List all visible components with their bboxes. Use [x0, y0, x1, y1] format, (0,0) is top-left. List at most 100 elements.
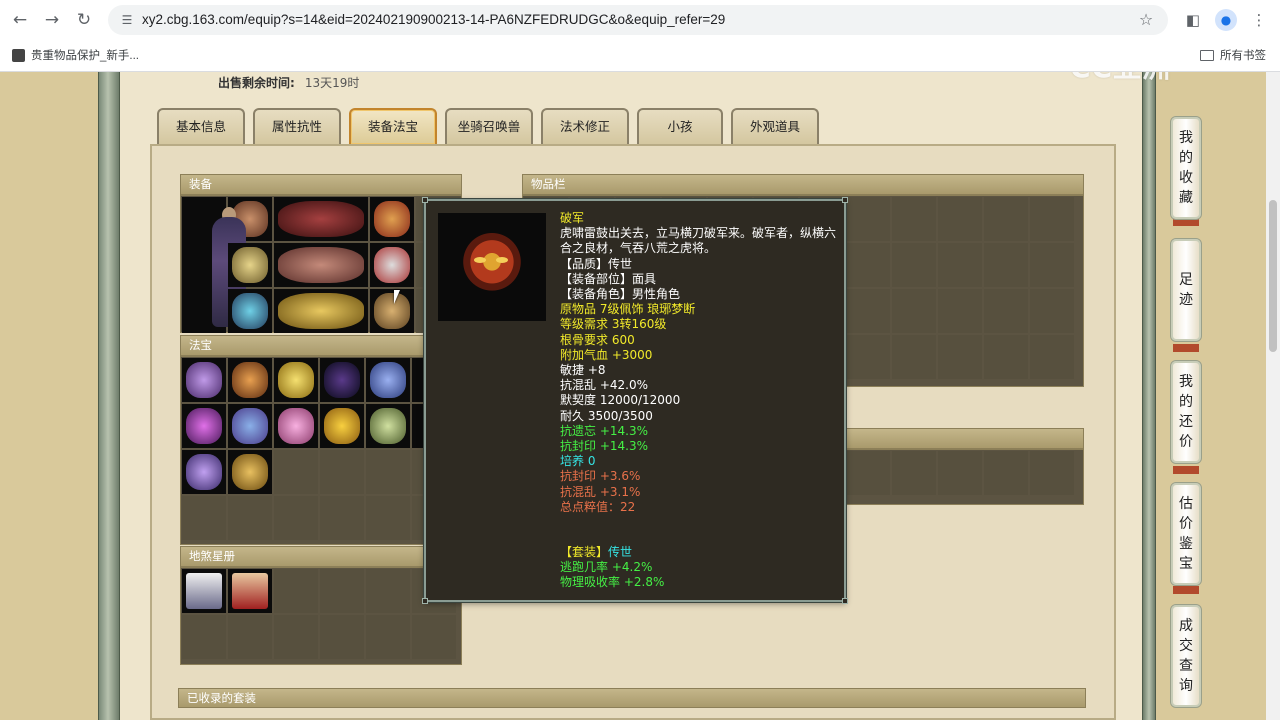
- url-text[interactable]: xy2.cbg.163.com/equip?s=14&eid=202402190…: [142, 5, 725, 35]
- equip-slot-mask[interactable]: [370, 197, 414, 241]
- ground-book-slot[interactable]: [412, 615, 456, 659]
- treasure-slot[interactable]: [366, 496, 410, 540]
- treasure-slot[interactable]: [182, 404, 226, 448]
- inventory-slot[interactable]: [1030, 335, 1074, 379]
- inventory-slot[interactable]: [984, 335, 1028, 379]
- inventory-slot[interactable]: [1030, 197, 1074, 241]
- ground-book-slot[interactable]: [182, 615, 226, 659]
- ground-book-slot[interactable]: [228, 615, 272, 659]
- profile-icon[interactable]: ●: [1215, 9, 1237, 31]
- tab-equipment[interactable]: 装备法宝: [349, 108, 437, 144]
- inventory-slot[interactable]: [892, 335, 936, 379]
- treasure-slot[interactable]: [366, 404, 410, 448]
- reload-icon[interactable]: ↻: [72, 8, 96, 32]
- ground-book-slot[interactable]: [366, 615, 410, 659]
- treasure-slot[interactable]: [320, 450, 364, 494]
- side-nav-transactions[interactable]: 成 交 查 询: [1170, 604, 1202, 708]
- treasure-slot[interactable]: [274, 404, 318, 448]
- treasure-slot[interactable]: [366, 358, 410, 402]
- tab-basic-info[interactable]: 基本信息: [157, 108, 245, 144]
- inventory-slot[interactable]: [938, 197, 982, 241]
- treasure-slot[interactable]: [182, 358, 226, 402]
- inventory-slot[interactable]: [1030, 289, 1074, 333]
- equip-slot[interactable]: [370, 243, 414, 287]
- tooltip-corner: [842, 598, 848, 604]
- ground-book-slot[interactable]: [274, 569, 318, 613]
- inventory-slot[interactable]: [938, 335, 982, 379]
- bookmark-label: 贵重物品保护_新手...: [31, 50, 139, 62]
- ground-book-slot[interactable]: [366, 569, 410, 613]
- side-nav-my-offers[interactable]: 我 的 还 价: [1170, 360, 1202, 464]
- treasure-slot[interactable]: [274, 496, 318, 540]
- inventory-slot[interactable]: [846, 197, 890, 241]
- treasure-slot[interactable]: [274, 450, 318, 494]
- inventory-slot[interactable]: [1030, 243, 1074, 287]
- inventory-slot[interactable]: [984, 289, 1028, 333]
- equip-slot[interactable]: [228, 243, 272, 287]
- inventory-slot[interactable]: [938, 289, 982, 333]
- page-scrollbar[interactable]: [1266, 72, 1280, 720]
- mask-icon: [460, 233, 524, 297]
- treasure-slot[interactable]: [274, 358, 318, 402]
- inventory-slot[interactable]: [984, 243, 1028, 287]
- equip-slot[interactable]: [370, 289, 414, 333]
- treasure-slot[interactable]: [228, 450, 272, 494]
- side-panel-icon[interactable]: ◧: [1182, 9, 1204, 31]
- tune-icon[interactable]: ☰: [118, 11, 136, 29]
- ground-book-slot[interactable]: [274, 615, 318, 659]
- address-bar[interactable]: ☰ xy2.cbg.163.com/equip?s=14&eid=2024021…: [108, 5, 1168, 35]
- ground-book-slot[interactable]: [228, 569, 272, 613]
- treasure-slot[interactable]: [228, 404, 272, 448]
- storage-slot[interactable]: [846, 451, 890, 495]
- storage-slot[interactable]: [1030, 451, 1074, 495]
- equip-slot[interactable]: [274, 243, 368, 287]
- storage-slot[interactable]: [892, 451, 936, 495]
- side-nav-favorites[interactable]: 我 的 收 藏: [1170, 116, 1202, 220]
- all-bookmarks[interactable]: 所有书签: [1200, 46, 1266, 64]
- inventory-slot[interactable]: [846, 335, 890, 379]
- scrollbar-thumb[interactable]: [1269, 200, 1277, 352]
- ground-book-slot[interactable]: [182, 569, 226, 613]
- kebab-menu-icon[interactable]: ⋮: [1248, 9, 1270, 31]
- inventory-slot[interactable]: [846, 243, 890, 287]
- inventory-slot[interactable]: [984, 197, 1028, 241]
- treasure-slot[interactable]: [182, 496, 226, 540]
- treasure-slot[interactable]: [320, 496, 364, 540]
- mask-eye: [474, 257, 486, 263]
- tab-appearance[interactable]: 外观道具: [731, 108, 819, 144]
- equip-slot[interactable]: [228, 289, 272, 333]
- tab-mounts-pets[interactable]: 坐骑召唤兽: [445, 108, 533, 144]
- treasure-slot[interactable]: [366, 450, 410, 494]
- inventory-slot[interactable]: [892, 289, 936, 333]
- arrow-right-icon[interactable]: →: [40, 8, 64, 32]
- treasure-slot[interactable]: [182, 450, 226, 494]
- equip-slot[interactable]: [274, 197, 368, 241]
- inventory-slot[interactable]: [846, 289, 890, 333]
- item-bone-req: 根骨要求 600: [560, 332, 635, 347]
- inventory-slot[interactable]: [892, 243, 936, 287]
- treasure-grid: [180, 356, 462, 545]
- side-nav-appraise[interactable]: 估 价 鉴 宝: [1170, 482, 1202, 586]
- tab-attributes[interactable]: 属性抗性: [253, 108, 341, 144]
- tab-spell-mods[interactable]: 法术修正: [541, 108, 629, 144]
- treasure-slot[interactable]: [228, 358, 272, 402]
- tab-child[interactable]: 小孩: [637, 108, 723, 144]
- item-level-req: 等级需求 3转160级: [560, 317, 667, 332]
- ground-book-slot[interactable]: [320, 569, 364, 613]
- side-nav-char: 迹: [1179, 292, 1193, 308]
- treasure-slot[interactable]: [320, 404, 364, 448]
- equip-slot[interactable]: [274, 289, 368, 333]
- treasure-slot[interactable]: [228, 496, 272, 540]
- side-nav-char: 价: [1179, 516, 1193, 532]
- storage-slot[interactable]: [984, 451, 1028, 495]
- bookmark-item[interactable]: 贵重物品保护_新手...: [12, 46, 139, 64]
- side-nav-history[interactable]: 足 迹: [1170, 238, 1202, 342]
- ground-book-slot[interactable]: [320, 615, 364, 659]
- inventory-slot[interactable]: [892, 197, 936, 241]
- star-icon[interactable]: ☆: [1136, 10, 1156, 30]
- storage-slot[interactable]: [938, 451, 982, 495]
- inventory-slot[interactable]: [938, 243, 982, 287]
- arrow-left-icon[interactable]: ←: [8, 8, 32, 32]
- treasure-slot[interactable]: [320, 358, 364, 402]
- side-nav-divider: [1173, 344, 1199, 352]
